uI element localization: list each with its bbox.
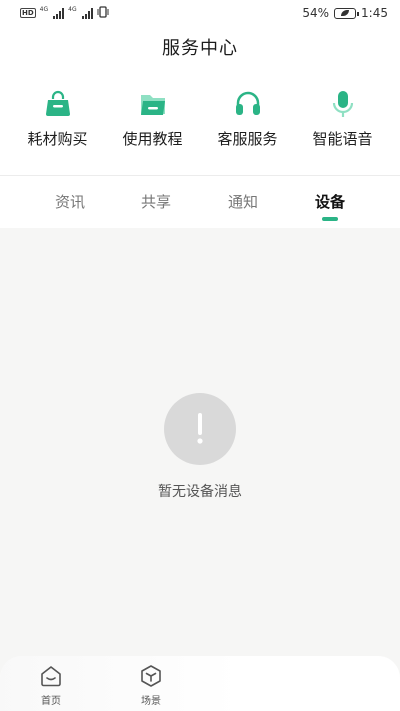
service-label: 耗材购买 <box>27 130 88 148</box>
tab-notice[interactable]: 通知 <box>213 191 273 212</box>
nav-label: 首页 <box>41 696 61 707</box>
service-item-consumables[interactable]: 耗材购买 <box>10 90 105 149</box>
service-label: 使用教程 <box>122 130 183 148</box>
status-bar: HD 4G 4G 54% 1:45 <box>0 0 400 26</box>
service-label: 智能语音 <box>312 130 373 148</box>
top-panel: 服务中心 耗材购买 使用教程 客服服务 智能语音 资讯 共享 通知 设备 <box>0 26 400 228</box>
bottom-nav: 首页 场景 <box>0 656 400 711</box>
nav-item-home[interactable]: 首页 <box>26 664 76 707</box>
network-type-1: 4G <box>39 5 49 13</box>
battery-icon <box>334 7 360 19</box>
service-item-voice[interactable]: 智能语音 <box>295 90 390 149</box>
nav-label: 场景 <box>141 696 161 707</box>
home-icon <box>41 666 61 687</box>
network-type-2: 4G <box>68 5 77 13</box>
page-title: 服务中心 <box>162 38 238 59</box>
headphones-icon <box>235 91 260 115</box>
exclamation-icon <box>164 393 236 465</box>
tab-bar: 资讯 共享 通知 设备 <box>0 176 400 228</box>
empty-message: 暂无设备消息 <box>158 484 242 500</box>
empty-state: 暂无设备消息 <box>0 393 400 501</box>
active-tab-indicator <box>322 217 338 221</box>
microphone-icon <box>332 91 353 117</box>
vibrate-icon <box>97 5 109 21</box>
service-shortcuts: 耗材购买 使用教程 客服服务 智能语音 <box>0 90 400 150</box>
status-bar-right: 54% 1:45 <box>302 6 388 20</box>
battery-percent: 54% <box>302 6 330 20</box>
shopping-bag-icon <box>45 90 70 116</box>
service-label: 客服服务 <box>217 130 278 148</box>
nav-item-scene[interactable]: 场景 <box>126 664 176 707</box>
tab-device[interactable]: 设备 <box>300 191 360 212</box>
signal-icon <box>53 7 65 19</box>
cube-icon <box>141 665 161 687</box>
clock: 1:45 <box>361 6 388 20</box>
folder-icon <box>140 95 165 115</box>
tab-share[interactable]: 共享 <box>126 191 186 212</box>
service-item-customer-service[interactable]: 客服服务 <box>200 90 295 149</box>
signal-icon <box>81 7 93 19</box>
tab-news[interactable]: 资讯 <box>40 191 100 212</box>
service-item-tutorial[interactable]: 使用教程 <box>105 90 200 149</box>
hd-badge: HD <box>20 8 36 18</box>
status-bar-left: HD 4G 4G <box>20 6 109 21</box>
